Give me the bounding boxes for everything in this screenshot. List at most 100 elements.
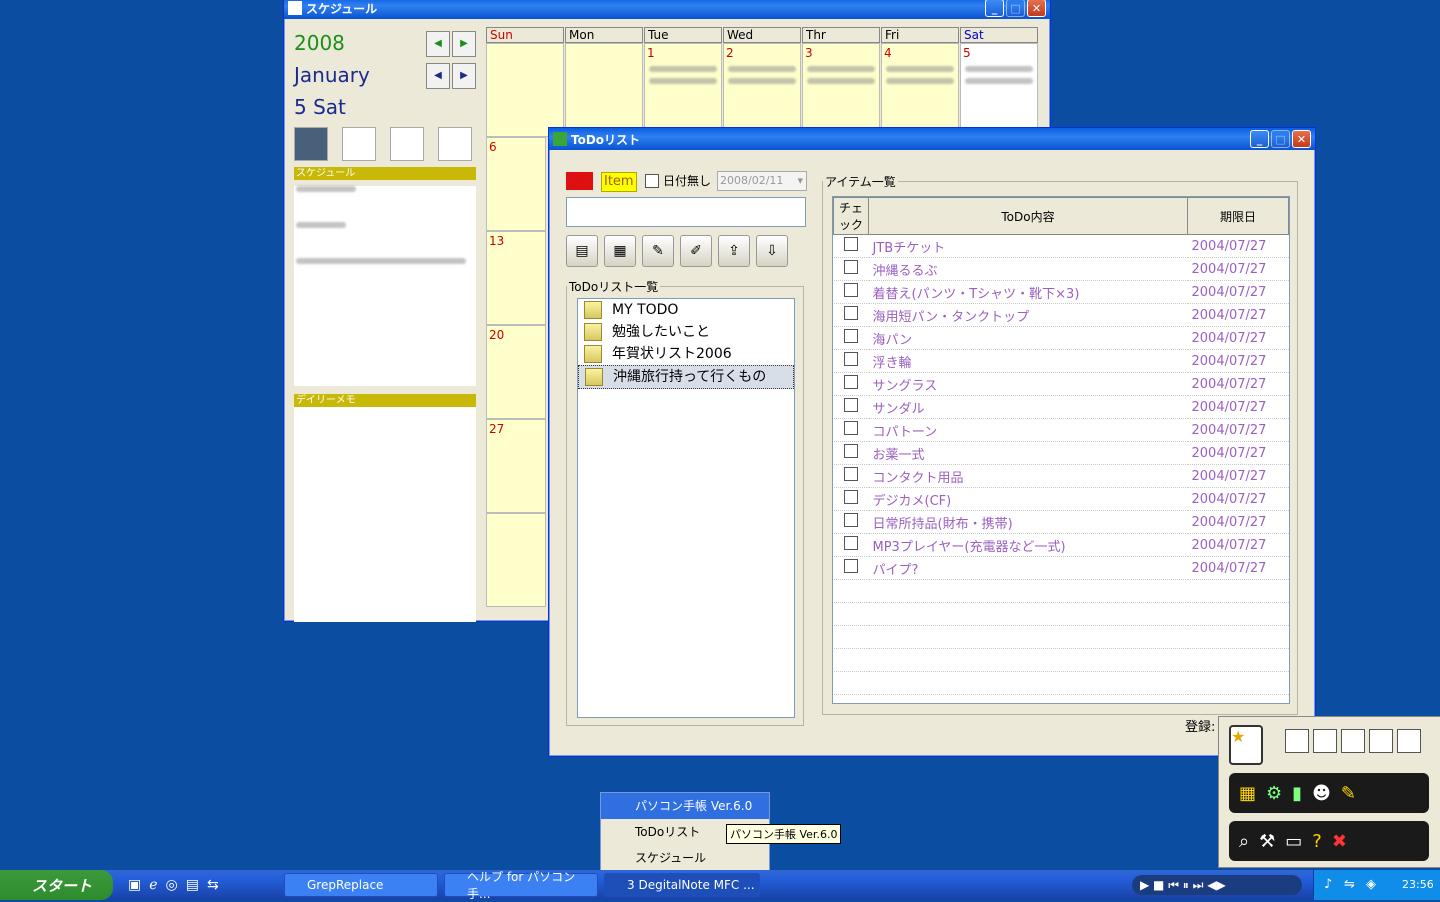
calendar-day-cell[interactable]: 13: [486, 231, 546, 325]
item-checkbox[interactable]: [844, 421, 858, 435]
item-checkbox[interactable]: [844, 467, 858, 481]
month-next-button[interactable]: ▶: [452, 63, 476, 89]
popup-item-schedule[interactable]: スケジュール: [601, 845, 769, 871]
chevron-down-icon[interactable]: ▾: [797, 172, 803, 190]
table-row[interactable]: サングラス 2004/07/27: [833, 372, 1289, 396]
table-row[interactable]: 日常所持品(財布・携帯) 2004/07/27: [833, 510, 1289, 534]
memo-slot-icon[interactable]: [1285, 729, 1309, 753]
todo-list-item[interactable]: 勉強したいこと: [578, 321, 794, 343]
minimize-button[interactable]: _: [985, 0, 1004, 17]
table-row[interactable]: 海パン 2004/07/27: [833, 326, 1289, 350]
list-name-input[interactable]: [566, 197, 806, 227]
item-checkbox[interactable]: [844, 306, 858, 320]
calendar-icon[interactable]: ▦: [1239, 783, 1256, 804]
calendar-day-cell[interactable]: 5: [960, 43, 1038, 137]
todo-list-item[interactable]: 年賀状リスト2006: [578, 343, 794, 365]
table-row[interactable]: 着替え(パンツ・Tシャツ・靴下×3) 2004/07/27: [833, 280, 1289, 304]
calendar-day-cell[interactable]: 1: [644, 43, 722, 137]
calendar-day-cell[interactable]: 27: [486, 419, 546, 513]
network-icon[interactable]: ⇆: [207, 877, 219, 893]
table-row[interactable]: お薬一式 2004/07/27: [833, 441, 1289, 465]
desktop-icon[interactable]: ▣: [128, 877, 141, 893]
taskbar-button-grepreplace[interactable]: GrepReplace: [284, 873, 438, 897]
volume-icon[interactable]: ♪: [1324, 877, 1332, 892]
import-list-icon[interactable]: ⇩: [756, 235, 788, 267]
calendar-day-cell[interactable]: 3: [802, 43, 880, 137]
app-icon[interactable]: ▤: [186, 877, 199, 893]
item-grid[interactable]: チェック ToDo内容 期限日 JTBチケット 2004/07/27 沖縄るるぶ 20…: [832, 196, 1290, 704]
item-checkbox[interactable]: [844, 375, 858, 389]
export-list-icon[interactable]: ⇪: [718, 235, 750, 267]
rename-list-icon[interactable]: ✐: [680, 235, 712, 267]
schedule-panel[interactable]: [294, 186, 476, 386]
new-list-icon[interactable]: ▤: [566, 235, 598, 267]
table-row[interactable]: 浮き輪 2004/07/27: [833, 349, 1289, 373]
day-icon-slot[interactable]: [438, 127, 472, 161]
window-icon[interactable]: ▭: [1285, 831, 1302, 852]
browser-icon[interactable]: ◎: [166, 877, 178, 893]
check-column-header[interactable]: チェック: [833, 197, 869, 235]
item-checkbox[interactable]: [844, 237, 858, 251]
taskbar-button-help[interactable]: ヘルプ for パソコン手...: [444, 870, 598, 901]
minimize-button[interactable]: _: [1250, 130, 1269, 148]
close-button[interactable]: ✕: [1027, 0, 1046, 17]
item-checkbox[interactable]: [844, 260, 858, 274]
close-button[interactable]: ✕: [1292, 130, 1311, 148]
item-checkbox[interactable]: [844, 352, 858, 366]
todo-list-item[interactable]: 沖縄旅行持って行くもの: [578, 365, 794, 389]
search-icon[interactable]: ⌕: [1239, 831, 1249, 852]
calendar-day-cell[interactable]: 6: [486, 137, 546, 231]
folder-icon[interactable]: [1313, 729, 1337, 753]
calendar-day-cell[interactable]: [486, 43, 564, 137]
day-icon-slot[interactable]: [342, 127, 376, 161]
item-checkbox[interactable]: [844, 536, 858, 550]
calendar-day-cell[interactable]: [565, 43, 643, 137]
table-row[interactable]: サンダル 2004/07/27: [833, 395, 1289, 419]
no-date-checkbox[interactable]: [645, 173, 659, 188]
todo-list-box[interactable]: MY TODO 勉強したいこと 年賀状リスト2006 沖縄旅行持って行くもの: [577, 298, 795, 718]
tools-icon[interactable]: ⚒: [1259, 831, 1275, 852]
item-checkbox[interactable]: [844, 559, 858, 573]
list-tag[interactable]: List: [566, 172, 593, 190]
item-checkbox[interactable]: [844, 283, 858, 297]
todo-titlebar[interactable]: ToDoリスト _ □ ✕: [549, 128, 1315, 150]
ie-icon[interactable]: ℯ: [149, 877, 157, 893]
book-icon[interactable]: ▮: [1292, 783, 1302, 804]
calendar-day-cell[interactable]: 20: [486, 325, 546, 419]
year-next-button[interactable]: ▶: [452, 31, 476, 57]
people-icon[interactable]: ☻: [1312, 783, 1331, 804]
item-checkbox[interactable]: [844, 398, 858, 412]
day-icon-slot[interactable]: [390, 127, 424, 161]
day-icon-slot[interactable]: [294, 127, 328, 161]
item-checkbox[interactable]: [844, 329, 858, 343]
launcher-main-button[interactable]: ★: [1229, 725, 1263, 765]
start-button[interactable]: スタート: [0, 870, 113, 900]
shield-icon[interactable]: ◈: [1366, 877, 1376, 892]
table-row[interactable]: JTBチケット 2004/07/27: [833, 234, 1289, 258]
close-icon[interactable]: ✖: [1332, 831, 1347, 852]
copy-icon[interactable]: [1341, 729, 1365, 753]
item-checkbox[interactable]: [844, 490, 858, 504]
year-prev-button[interactable]: ◀: [426, 31, 450, 57]
table-row[interactable]: デジカメ(CF) 2004/07/27: [833, 487, 1289, 511]
table-row[interactable]: コンタクト用品 2004/07/27: [833, 464, 1289, 488]
item-checkbox[interactable]: [844, 513, 858, 527]
month-prev-button[interactable]: ◀: [426, 63, 450, 89]
media-player-toolbar[interactable]: ▶ ■ ⏮ ⏸ ⏭ ◀▶: [1132, 875, 1302, 895]
date-picker[interactable]: 2008/02/11 ▾: [717, 171, 807, 191]
calendar-day-cell[interactable]: 4: [881, 43, 959, 137]
table-row[interactable]: 沖縄るるぶ 2004/07/27: [833, 257, 1289, 281]
popup-item-pasokon[interactable]: パソコン手帳 Ver.6.0: [601, 793, 769, 819]
calendar-day-cell[interactable]: [486, 513, 546, 607]
taskbar-button-degitalnote[interactable]: 3 DegitalNote MFC ...: [604, 873, 760, 897]
empty-slot[interactable]: [1369, 729, 1393, 753]
network-tray-icon[interactable]: ⇋: [1344, 877, 1355, 892]
table-row[interactable]: パイプ? 2004/07/27: [833, 556, 1289, 580]
table-row[interactable]: コパトーン 2004/07/27: [833, 418, 1289, 442]
schedule-titlebar[interactable]: スケジュール _ □ ✕: [284, 0, 1050, 19]
table-row[interactable]: MP3プレイヤー(充電器など一式) 2004/07/27: [833, 533, 1289, 557]
item-tag[interactable]: Item: [601, 172, 637, 192]
help-icon[interactable]: ?: [1312, 831, 1322, 852]
item-checkbox[interactable]: [844, 444, 858, 458]
todo-list-item[interactable]: MY TODO: [578, 299, 794, 321]
